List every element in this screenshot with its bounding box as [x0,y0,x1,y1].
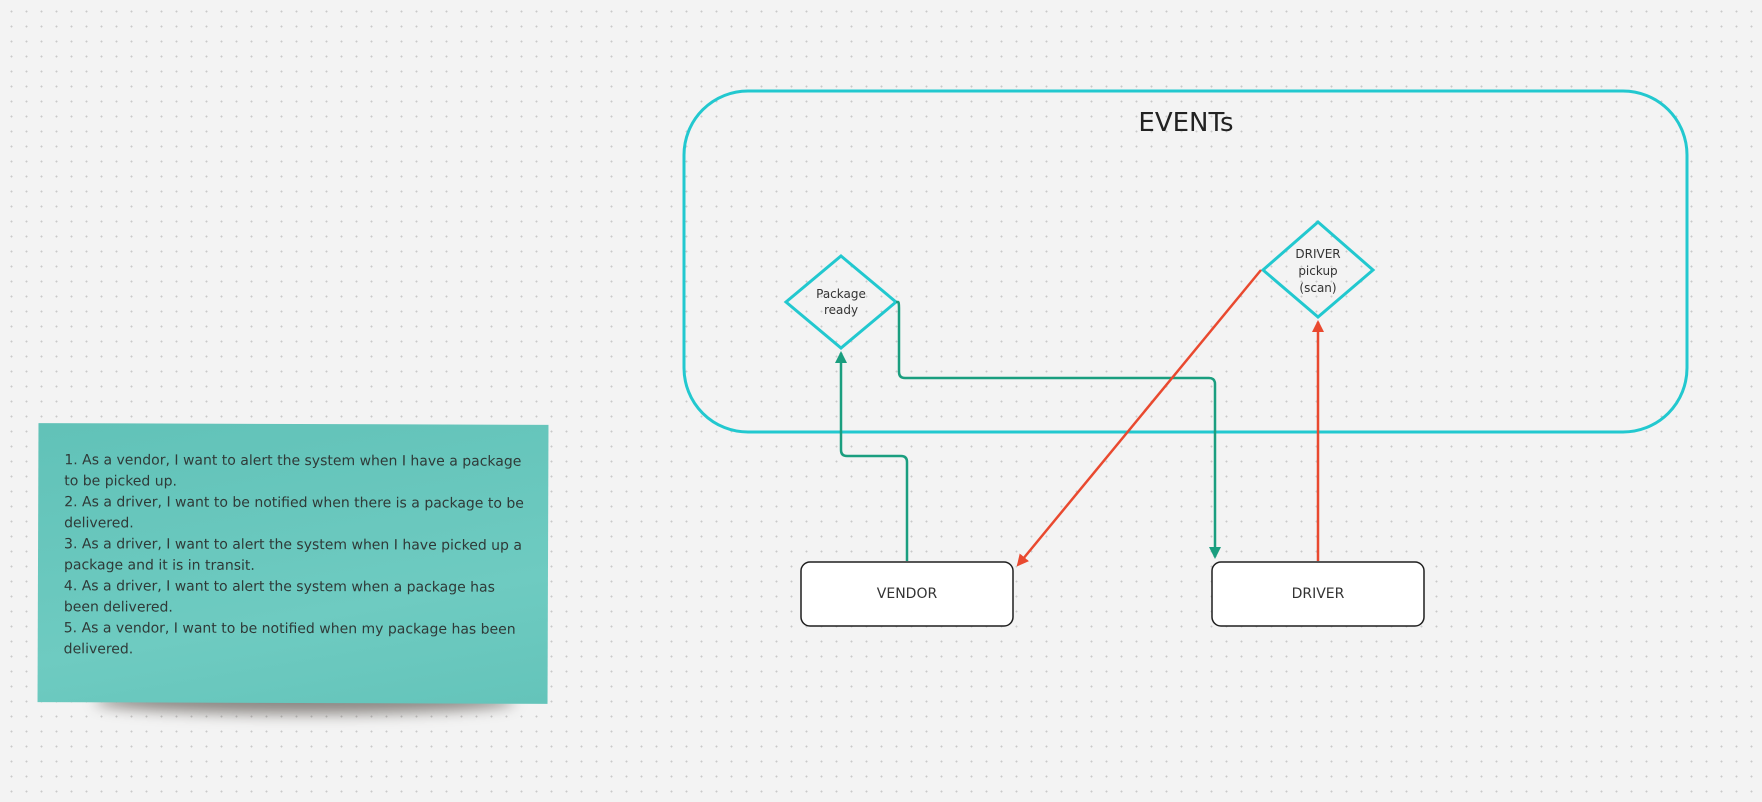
events-container-title: EVENTs [1138,108,1233,138]
user-story-list: 1. As a vendor, I want to alert the syst… [64,450,525,662]
event-package-ready-diamond[interactable] [783,254,899,350]
event-driver-pickup[interactable]: DRIVER pickup (scan) [1260,220,1376,319]
event-driver-pickup-label-line3: (scan) [1299,281,1336,295]
actor-driver-label: DRIVER [1292,586,1345,602]
user-story-item: 3. As a driver, I want to alert the syst… [63,536,522,574]
actor-vendor[interactable]: VENDOR [800,561,1014,627]
actor-vendor-label: VENDOR [877,586,938,602]
event-package-ready-label-line2: ready [824,303,858,317]
event-driver-pickup-label-line1: DRIVER [1295,247,1340,261]
sticky-note[interactable]: 1. As a vendor, I want to alert the syst… [37,423,549,704]
event-package-ready-label-line1: Package [816,287,866,301]
user-story-item: 5. As a vendor, I want to be notified wh… [63,620,516,658]
event-driver-pickup-label-line2: pickup [1298,264,1337,278]
connector-driver-pickup-to-vendor[interactable] [1016,269,1262,567]
actor-driver[interactable]: DRIVER [1211,561,1425,627]
user-story-item: 2. As a driver, I want to be notified wh… [64,494,524,532]
connector-vendor-to-package-ready[interactable] [835,351,909,561]
user-story-item: 1. As a vendor, I want to alert the syst… [64,452,522,490]
user-story-item: 4. As a driver, I want to alert the syst… [63,578,495,616]
event-package-ready[interactable]: Package ready [783,254,899,350]
